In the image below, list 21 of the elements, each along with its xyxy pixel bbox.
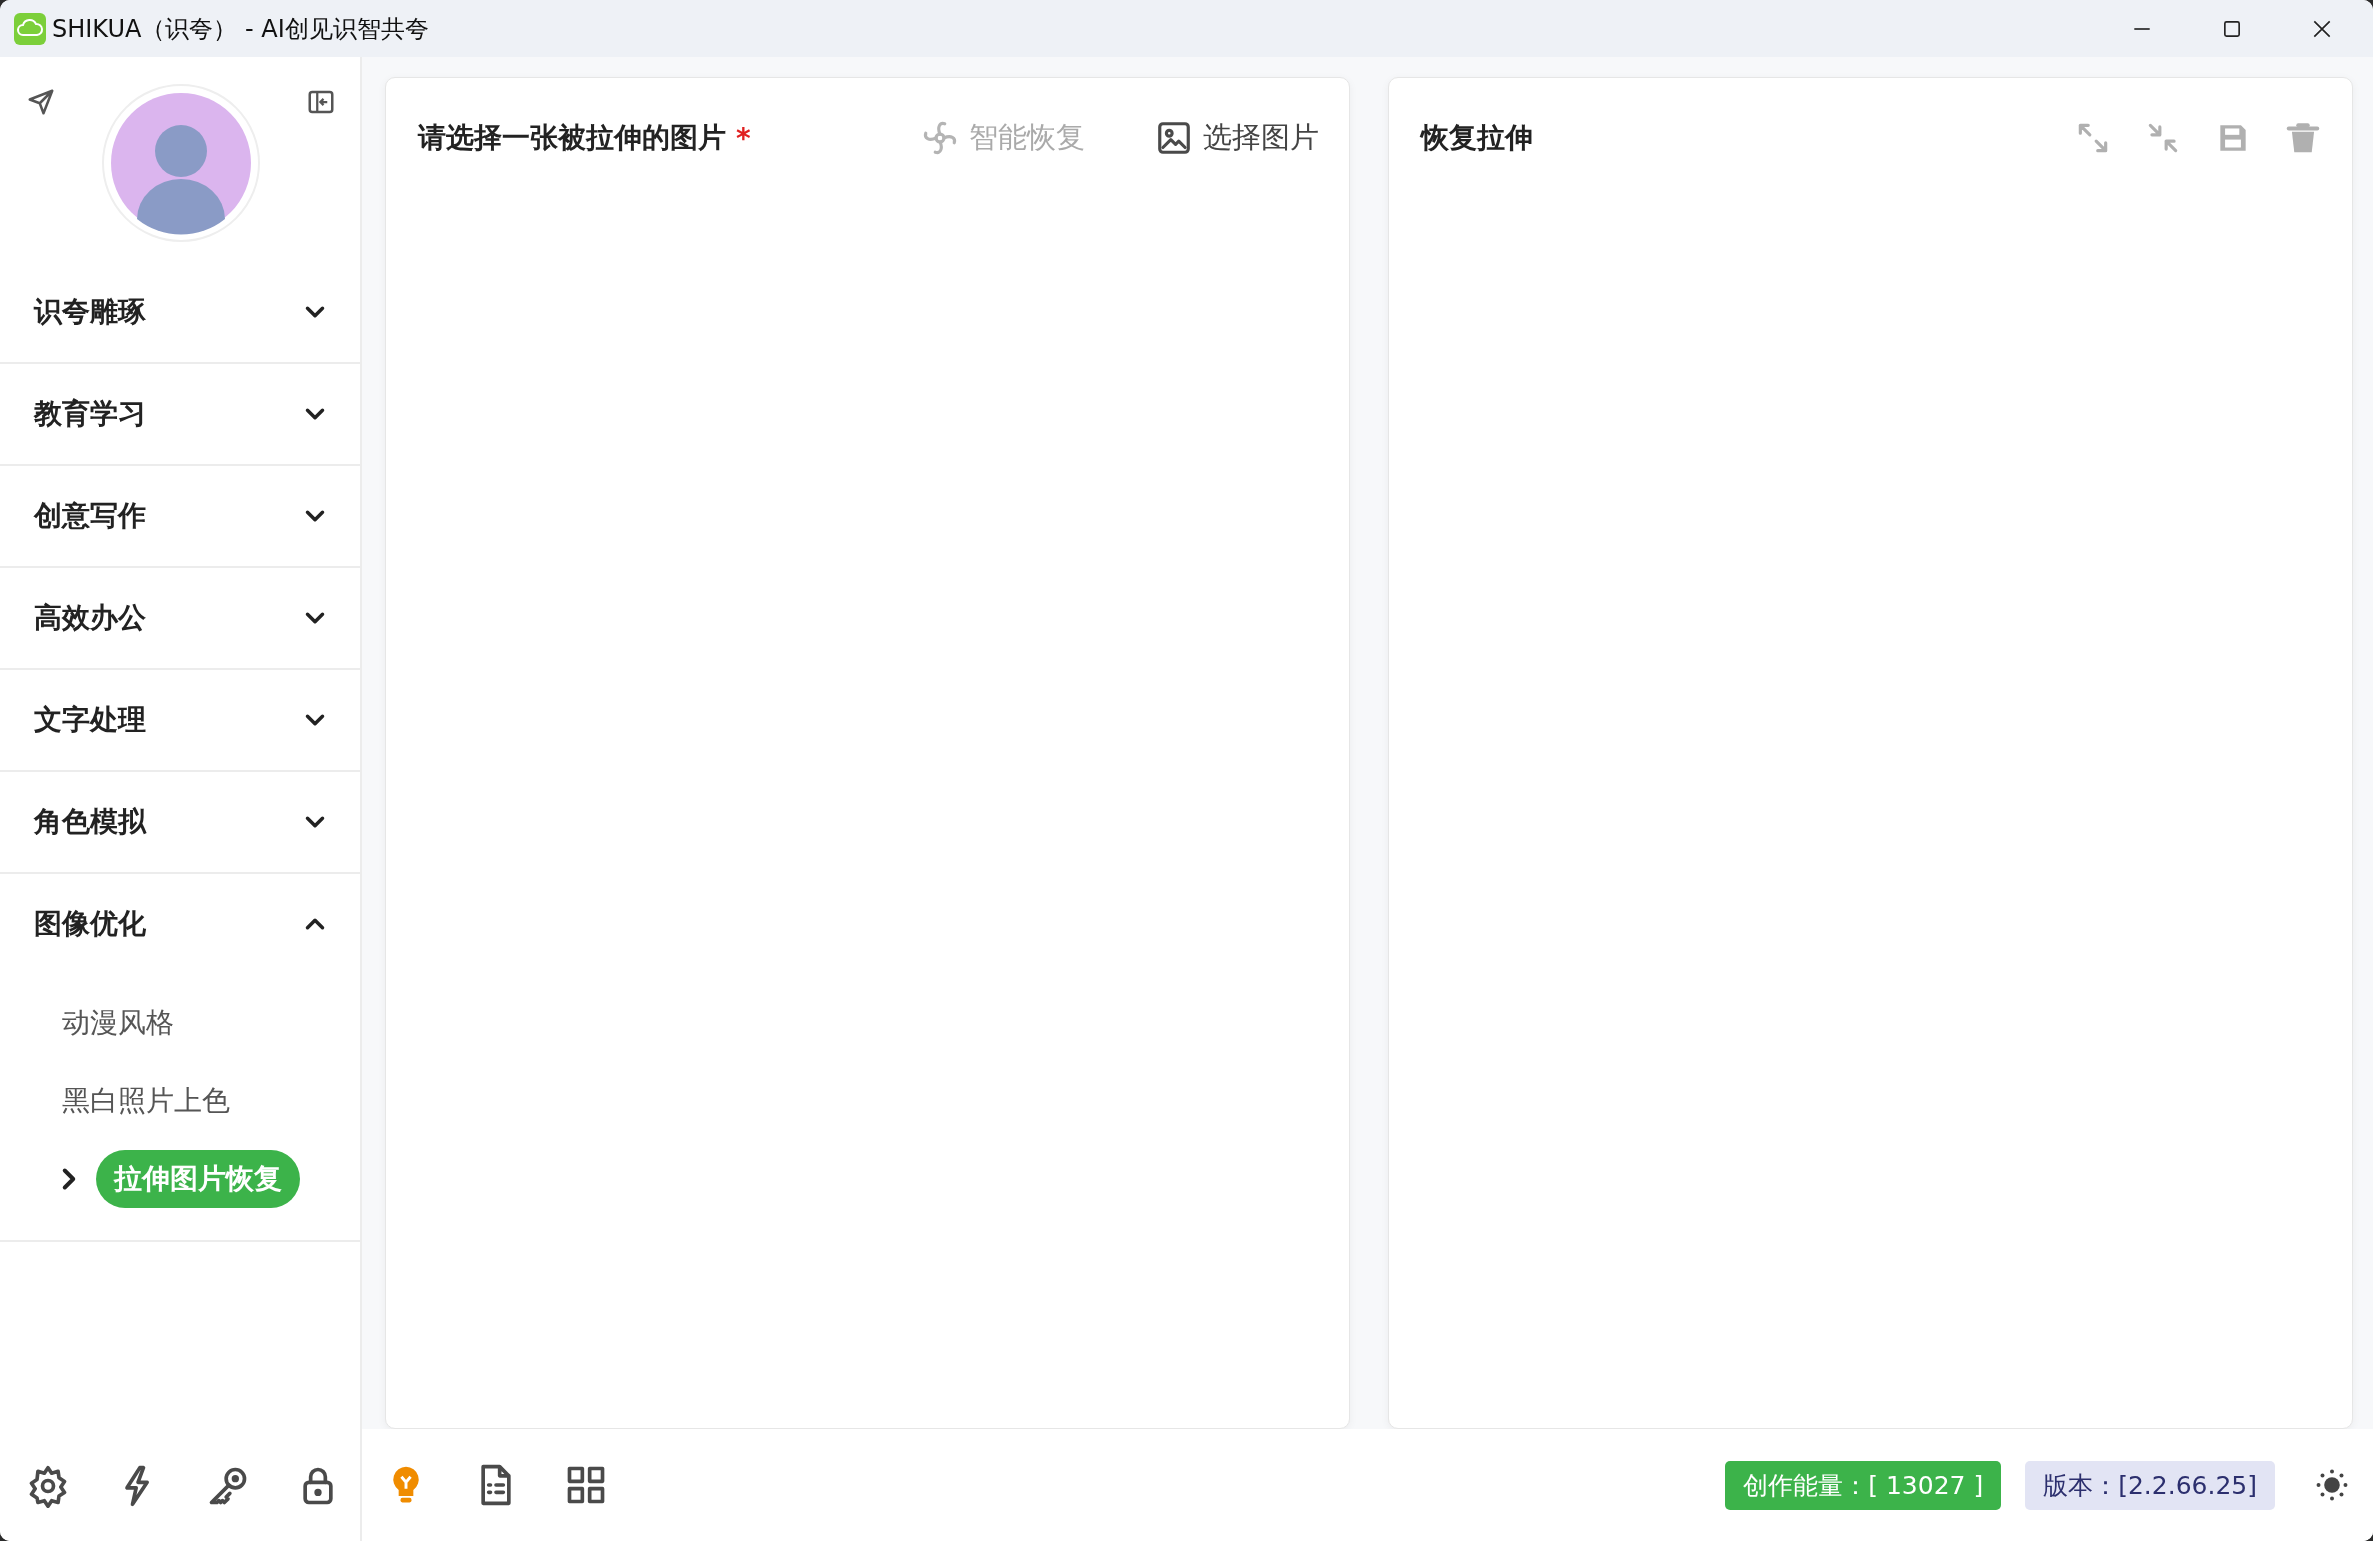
menu-category[interactable]: 高效办公 <box>0 568 360 668</box>
image-icon <box>1155 119 1193 157</box>
menu-category[interactable]: 教育学习 <box>0 364 360 464</box>
menu-category[interactable]: 图像优化 <box>0 874 360 974</box>
menu-item[interactable]: 黑白照片上色 <box>62 1082 230 1120</box>
menu-category[interactable]: 角色模拟 <box>0 772 360 872</box>
pinwheel-icon <box>921 119 959 157</box>
select-image-button[interactable]: 选择图片 <box>1155 118 1319 158</box>
cloud-logo-icon <box>14 12 46 45</box>
version-badge: 版本：[2.2.66.25] <box>2025 1460 2275 1510</box>
window-title: SHIKUA（识夸） - AI创见识智共夸 <box>52 13 429 45</box>
energy-badge: 创作能量：[ 13027 ] <box>1725 1460 2002 1510</box>
menu-category[interactable]: 识夸雕琢 <box>0 262 360 362</box>
required-mark: * <box>736 121 751 155</box>
panel-title: 请选择一张被拉伸的图片 <box>418 120 726 156</box>
menu-item[interactable]: 动漫风格 <box>62 1004 174 1042</box>
menu-category[interactable]: 文字处理 <box>0 670 360 770</box>
menu-category[interactable]: 创意写作 <box>0 466 360 566</box>
panel-title: 恢复拉伸 <box>1421 120 1533 156</box>
sun-icon[interactable] <box>2315 1468 2349 1502</box>
send-icon[interactable] <box>26 87 56 117</box>
